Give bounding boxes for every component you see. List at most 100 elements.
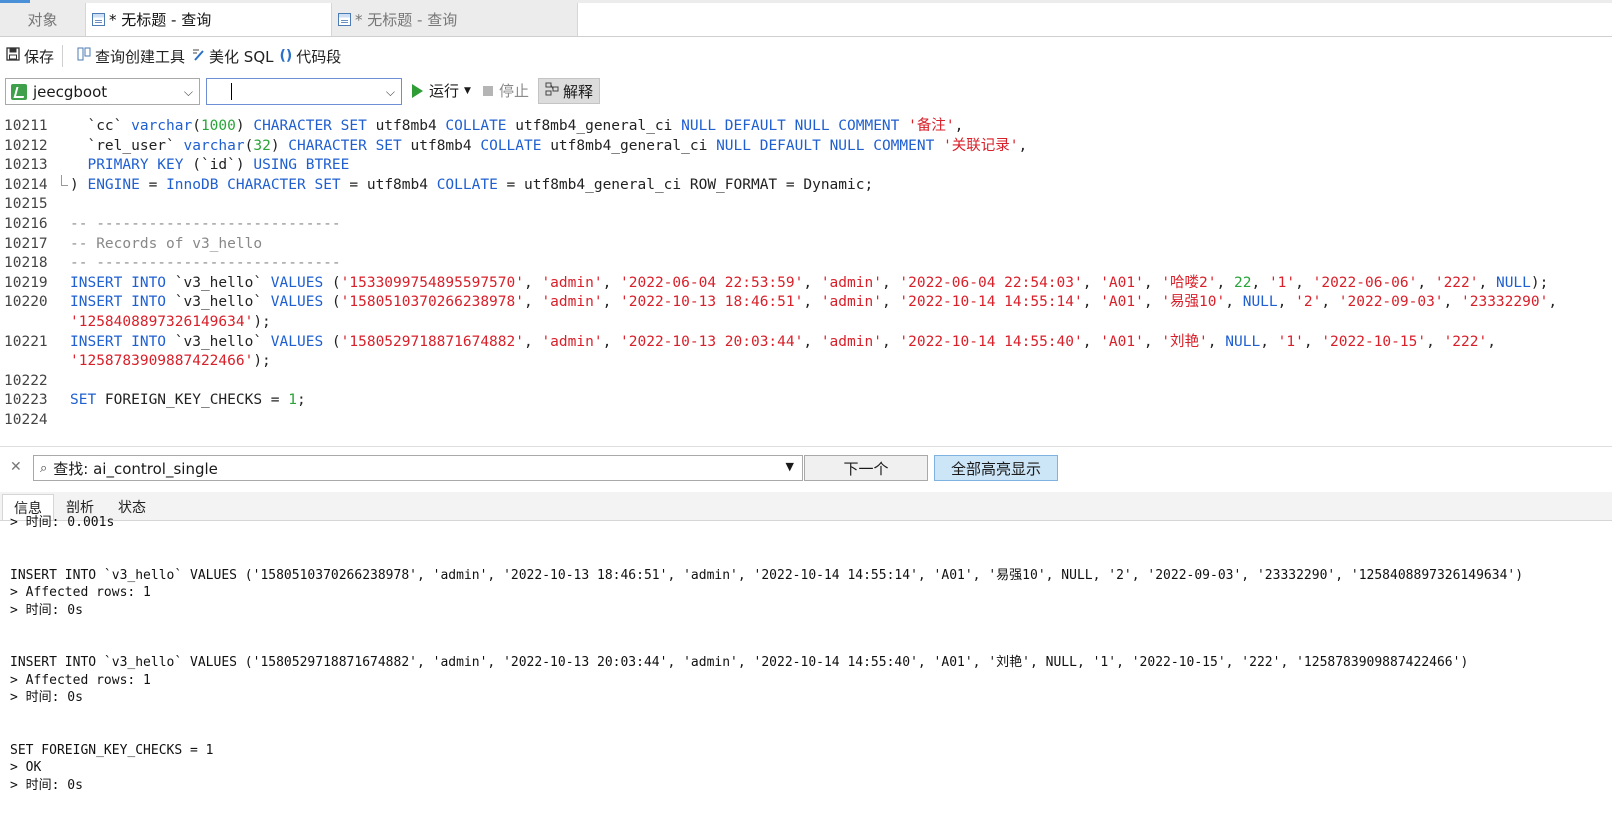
code-token: 'admin' xyxy=(820,274,882,291)
code-token: 'admin' xyxy=(820,294,882,311)
code-token: INSERT INTO xyxy=(70,274,167,291)
chevron-down-icon[interactable]: ▼ xyxy=(786,460,794,473)
query-toolbar: 保存 查询创建工具 美化 SQL () 代码段 xyxy=(0,38,1612,74)
query-builder-button[interactable]: 查询创建工具 xyxy=(77,46,185,67)
code-snippet-button[interactable]: () 代码段 xyxy=(280,46,342,67)
tab-query-label: * 无标题 - 查询 xyxy=(109,11,212,29)
output-line: > 时间: 0.001s xyxy=(10,515,115,530)
code-token: '2022-06-04 22:54:03' xyxy=(899,274,1083,291)
find-next-button[interactable]: 下一个 xyxy=(804,455,928,481)
tab-query-active[interactable]: * 无标题 - 查询 xyxy=(86,3,332,36)
output-line: > Affected rows: 1 xyxy=(10,585,151,600)
run-dropdown-icon[interactable]: ▼ xyxy=(464,86,471,96)
run-button[interactable]: 运行 ▼ xyxy=(412,80,471,101)
save-label: 保存 xyxy=(24,47,55,66)
code-snippet-label: 代码段 xyxy=(296,47,342,66)
code-token: '1533099754895597570' xyxy=(340,274,524,291)
code-text: INSERT INTO `v3_hello` VALUES ('15805297… xyxy=(70,332,1496,352)
code-token: , xyxy=(602,294,621,311)
tab-objects[interactable]: 对象 xyxy=(0,3,86,36)
code-token: '关联记录' xyxy=(943,137,1019,154)
beautify-sql-label: 美化 SQL xyxy=(209,47,274,66)
code-text: `cc` varchar(1000) CHARACTER SET utf8mb4… xyxy=(70,116,963,136)
code-token: utf8mb4_general_ci xyxy=(506,118,682,134)
code-text: '1258783909887422466'); xyxy=(70,351,271,371)
parentheses-icon: () xyxy=(279,48,293,64)
code-token: , xyxy=(523,333,542,350)
highlight-all-button[interactable]: 全部高亮显示 xyxy=(934,455,1058,481)
code-token: , xyxy=(1277,294,1296,311)
line-number: 10223 xyxy=(4,392,48,409)
code-token: , xyxy=(803,333,821,350)
beautify-sql-button[interactable]: 美化 SQL xyxy=(191,46,274,67)
code-token: '备注' xyxy=(908,118,955,134)
code-token: '易强10' xyxy=(1161,294,1226,311)
code-token: , xyxy=(1417,274,1435,291)
code-token: VALUES xyxy=(270,333,324,350)
code-token: COLLATE xyxy=(445,118,507,134)
save-button[interactable]: 保存 xyxy=(6,46,54,67)
code-token: , xyxy=(1321,294,1339,311)
code-token: `v3_hello` xyxy=(166,294,271,311)
line-number: 10221 xyxy=(4,333,48,350)
database-select[interactable]: jeecgboot ⌵ xyxy=(5,78,200,105)
code-token: CHARACTER SET xyxy=(253,118,367,134)
code-token: INSERT INTO xyxy=(70,294,167,311)
find-input[interactable]: ⌕ 查找: ai_control_single ▼ xyxy=(33,455,803,481)
line-number: 10222 xyxy=(4,372,48,389)
output-line: > 时间: 0s xyxy=(10,690,83,705)
code-token: , xyxy=(881,294,900,311)
code-text: -- ---------------------------- xyxy=(70,214,341,234)
code-token: 1000 xyxy=(200,118,236,134)
code-token: = xyxy=(139,176,167,193)
code-token: '1' xyxy=(1268,274,1296,291)
code-text: `rel_user` varchar(32) CHARACTER SET utf… xyxy=(70,136,1027,156)
code-token: ; xyxy=(297,392,306,409)
explain-icon xyxy=(545,82,559,100)
code-token: InnoDB CHARACTER SET xyxy=(166,176,341,193)
code-token: '2022-10-13 20:03:44' xyxy=(620,333,804,350)
code-token: '2022-10-14 14:55:40' xyxy=(899,333,1083,350)
code-text: -- Records of v3_hello xyxy=(70,234,262,254)
message-output: > 时间: 0.001s INSERT INTO `v3_hello` VALUE… xyxy=(0,515,1612,822)
tab-query-inactive[interactable]: * 无标题 - 查询 xyxy=(332,3,578,36)
result-tab-bar: 信息 剖析 状态 xyxy=(0,492,1612,521)
code-token: , xyxy=(954,118,964,134)
code-token: utf8mb4_general_ci xyxy=(541,137,717,154)
code-token: utf8mb4 xyxy=(366,118,446,134)
fold-marker-icon[interactable] xyxy=(61,174,68,186)
line-number: 10218 xyxy=(4,255,48,272)
text-cursor xyxy=(231,83,232,100)
close-icon[interactable]: ✕ xyxy=(10,459,22,475)
output-line: > 时间: 0s xyxy=(10,777,83,793)
explain-label: 解释 xyxy=(563,82,594,101)
code-token: ); xyxy=(253,353,271,370)
line-number: 10213 xyxy=(4,157,48,174)
code-token: , xyxy=(1143,333,1162,350)
chevron-down-icon: ⌵ xyxy=(183,85,193,99)
code-token: varchar xyxy=(183,137,245,154)
stop-label: 停止 xyxy=(499,82,530,100)
code-token: '刘艳' xyxy=(1161,333,1208,350)
code-token: '2022-09-03' xyxy=(1338,294,1444,311)
output-line: > 时间: 0s xyxy=(10,602,83,618)
line-number: 10217 xyxy=(4,235,48,252)
code-token: FOREIGN_KEY_CHECKS = xyxy=(96,392,289,409)
explain-button[interactable]: 解释 xyxy=(538,78,601,104)
code-text: INSERT INTO `v3_hello` VALUES ('15805103… xyxy=(70,292,1557,312)
query-table-icon xyxy=(92,13,105,26)
stop-button[interactable]: 停止 xyxy=(483,80,529,101)
code-token: -- Records of v3_hello xyxy=(70,235,263,252)
code-token: , xyxy=(1260,333,1278,350)
code-token: '2022-10-14 14:55:14' xyxy=(899,294,1083,311)
code-token: -- ---------------------------- xyxy=(70,216,341,232)
stop-icon xyxy=(483,85,493,96)
line-number: 10215 xyxy=(4,196,48,213)
code-token: '1258783909887422466' xyxy=(70,353,254,370)
sql-editor[interactable]: 10211 `cc` varchar(1000) CHARACTER SET u… xyxy=(0,112,1612,442)
output-line: INSERT INTO `v3_hello` VALUES ('15805103… xyxy=(10,567,1524,583)
line-number: 10219 xyxy=(4,274,48,291)
code-token: '2022-06-06' xyxy=(1312,274,1418,291)
code-token: `v3_hello` xyxy=(166,274,271,291)
schema-select[interactable]: ⌵ xyxy=(206,78,402,105)
